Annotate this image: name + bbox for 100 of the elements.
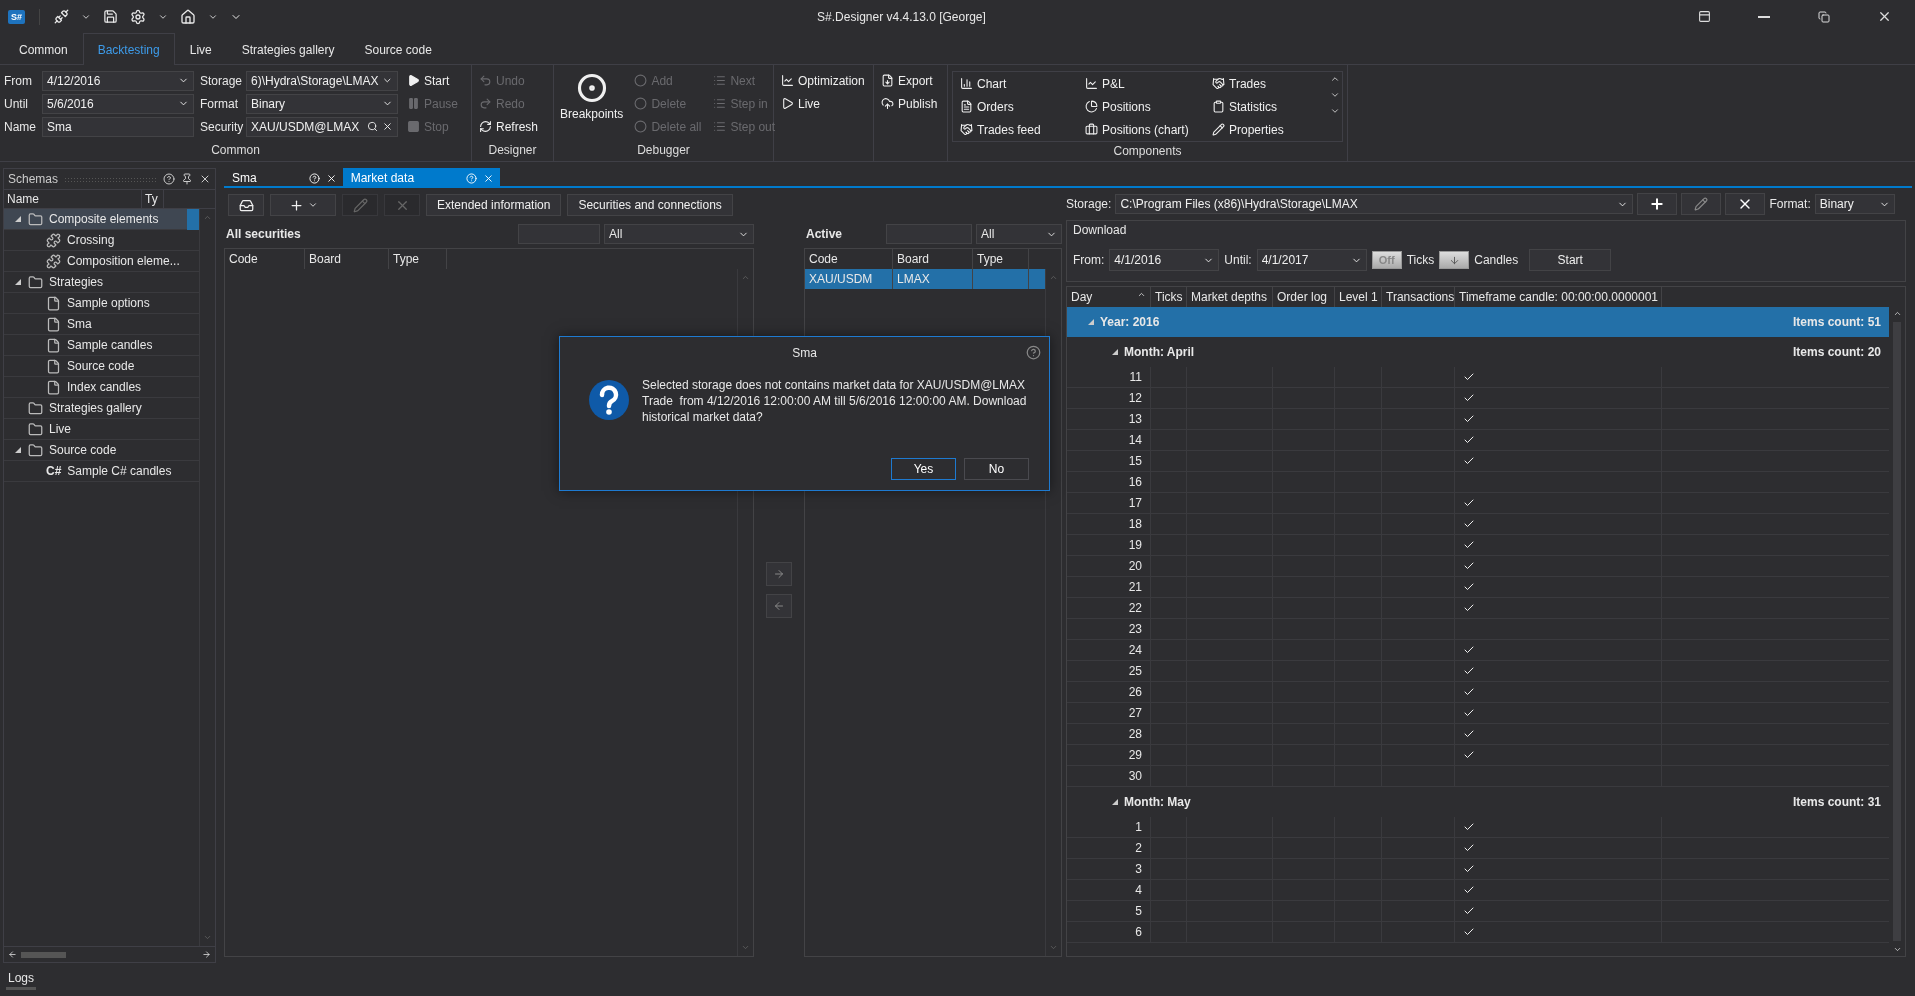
tree-item[interactable]: Index candles [4,377,199,398]
plug-icon[interactable] [54,9,69,24]
briefcase-icon [1085,123,1098,136]
collapse-arrow-icon[interactable] [14,215,22,223]
expand-icon[interactable] [1330,106,1340,116]
group-row[interactable]: Month: May Items count: 31 [1067,787,1889,817]
close-icon[interactable] [325,172,337,184]
toolbar-button[interactable]: Securities and connections [567,194,733,216]
component-button[interactable]: Positions (chart) [1082,118,1209,141]
scroll-right-icon[interactable] [202,950,211,959]
clear-icon[interactable] [382,121,393,132]
dropdown-field[interactable]: 5/6/2016 [42,93,194,114]
arrow-left-icon [773,599,785,612]
filter-dropdown[interactable]: All [976,224,1062,244]
help-icon[interactable] [163,173,175,185]
tree-item[interactable]: Strategies gallery [4,398,199,419]
component-button[interactable]: Positions [1082,95,1209,118]
group-label: Month: April [1124,345,1195,359]
app-logo: S# [8,9,25,24]
group-row[interactable]: Month: April Items count: 20 [1067,337,1889,367]
component-button[interactable]: Trades feed [957,118,1082,141]
dropdown-field[interactable]: Binary [246,93,398,114]
ribbon-button[interactable]: Publish [878,92,941,115]
home-icon[interactable] [180,8,196,25]
ribbon-button[interactable]: Optimization [778,69,868,92]
tree-item[interactable]: C# Sample C# candles [4,461,199,482]
ribbon-button[interactable]: Live [778,92,868,115]
settings-icon[interactable] [130,8,146,25]
field-label: Security [200,119,242,134]
document-icon[interactable] [103,9,118,24]
scrollbar-thumb[interactable] [21,951,66,958]
handshake-icon [1212,77,1225,90]
breakpoints-button[interactable]: Breakpoints [558,69,626,141]
day-cell: 15 [1067,451,1151,471]
dropdown-field[interactable]: 4/12/2016 [42,70,194,91]
cloud-upload-icon [881,97,894,110]
toolbar-button[interactable]: Extended information [426,194,562,216]
component-button[interactable]: Properties [1209,118,1339,141]
dialog-button[interactable]: No [964,458,1029,480]
dropdown-field[interactable]: Binary [1814,194,1895,214]
ribbon-tab[interactable]: Source code [349,33,447,65]
security-row[interactable]: XAU/USDM LMAX [805,269,1045,289]
help-icon[interactable] [1026,345,1041,360]
play-icon [407,74,420,87]
delete-button[interactable] [1725,193,1766,215]
component-button[interactable]: P&L [1082,72,1209,95]
panel-tab[interactable]: Logs [6,971,37,990]
ribbon-button[interactable]: Refresh [476,115,542,138]
scroll-up-icon[interactable] [1892,309,1902,318]
dropdown-field[interactable]: C:\Program Files (x86)\Hydra\Storage\LMAX [1115,194,1634,214]
toggle-button[interactable] [1439,251,1470,269]
ribbon-tab[interactable]: Strategies gallery [226,33,350,65]
ribbon-tab[interactable]: Common [4,33,83,65]
component-button[interactable]: Orders [957,95,1082,118]
close-icon[interactable] [199,173,211,185]
scroll-up-icon[interactable] [1330,74,1340,84]
tree-item[interactable]: Strategies [4,272,199,293]
arrow-right-icon [773,567,785,580]
ribbon-tab[interactable]: Backtesting [82,33,175,65]
tree-item[interactable]: Crossing [4,230,199,251]
date-field[interactable]: 4/1/2016 [1109,249,1220,271]
scroll-left-icon[interactable] [8,950,17,959]
add-button[interactable] [1637,193,1678,215]
tree-item[interactable]: Sma [4,314,199,335]
field-label: Until: [1224,253,1252,267]
date-field[interactable]: 4/1/2017 [1256,249,1367,271]
collapse-arrow-icon[interactable] [14,278,22,286]
component-button[interactable]: Chart [957,72,1082,95]
group-label: Year: 2016 [1100,315,1160,329]
ribbon-tab[interactable]: Live [174,33,227,65]
tree-item[interactable]: Live [4,419,199,440]
tree-item[interactable]: Source code [4,440,199,461]
dropdown-field[interactable]: 6)\Hydra\Storage\LMAX [246,70,398,91]
document-tab[interactable]: Sma [224,168,343,188]
start-button[interactable]: Start [1529,249,1612,271]
toolbar-button[interactable] [228,194,264,216]
dialog-button[interactable]: Yes [891,458,956,480]
pin-icon[interactable] [181,173,193,185]
search-field[interactable]: XAU/USDM@LMAX [246,116,398,137]
scroll-down-icon[interactable] [1892,945,1902,954]
collapse-arrow-icon[interactable] [1111,798,1119,806]
day-cell: 28 [1067,724,1151,744]
ribbon-button[interactable]: Export [878,69,941,92]
filter-dropdown[interactable]: All [604,224,754,244]
tree-item[interactable]: Composition eleme... [4,251,199,272]
code-icon: C# [46,464,62,478]
collapse-arrow-icon[interactable] [14,446,22,454]
search-icon[interactable] [367,121,378,132]
collapse-arrow-icon[interactable] [1111,348,1119,356]
ribbon-button[interactable]: Start [404,69,462,92]
tree-item[interactable]: Sample options [4,293,199,314]
tree-item[interactable]: Sample candles [4,335,199,356]
component-button[interactable]: Trades [1209,72,1339,95]
group-row[interactable]: Year: 2016 Items count: 51 [1067,307,1889,337]
component-button[interactable]: Statistics [1209,95,1339,118]
scroll-down-icon[interactable] [1330,90,1340,100]
text-field[interactable]: Sma [42,116,194,137]
tree-item[interactable]: Source code [4,356,199,377]
tree-item[interactable]: Composite elements [4,209,199,230]
window-icon [1697,10,1711,23]
